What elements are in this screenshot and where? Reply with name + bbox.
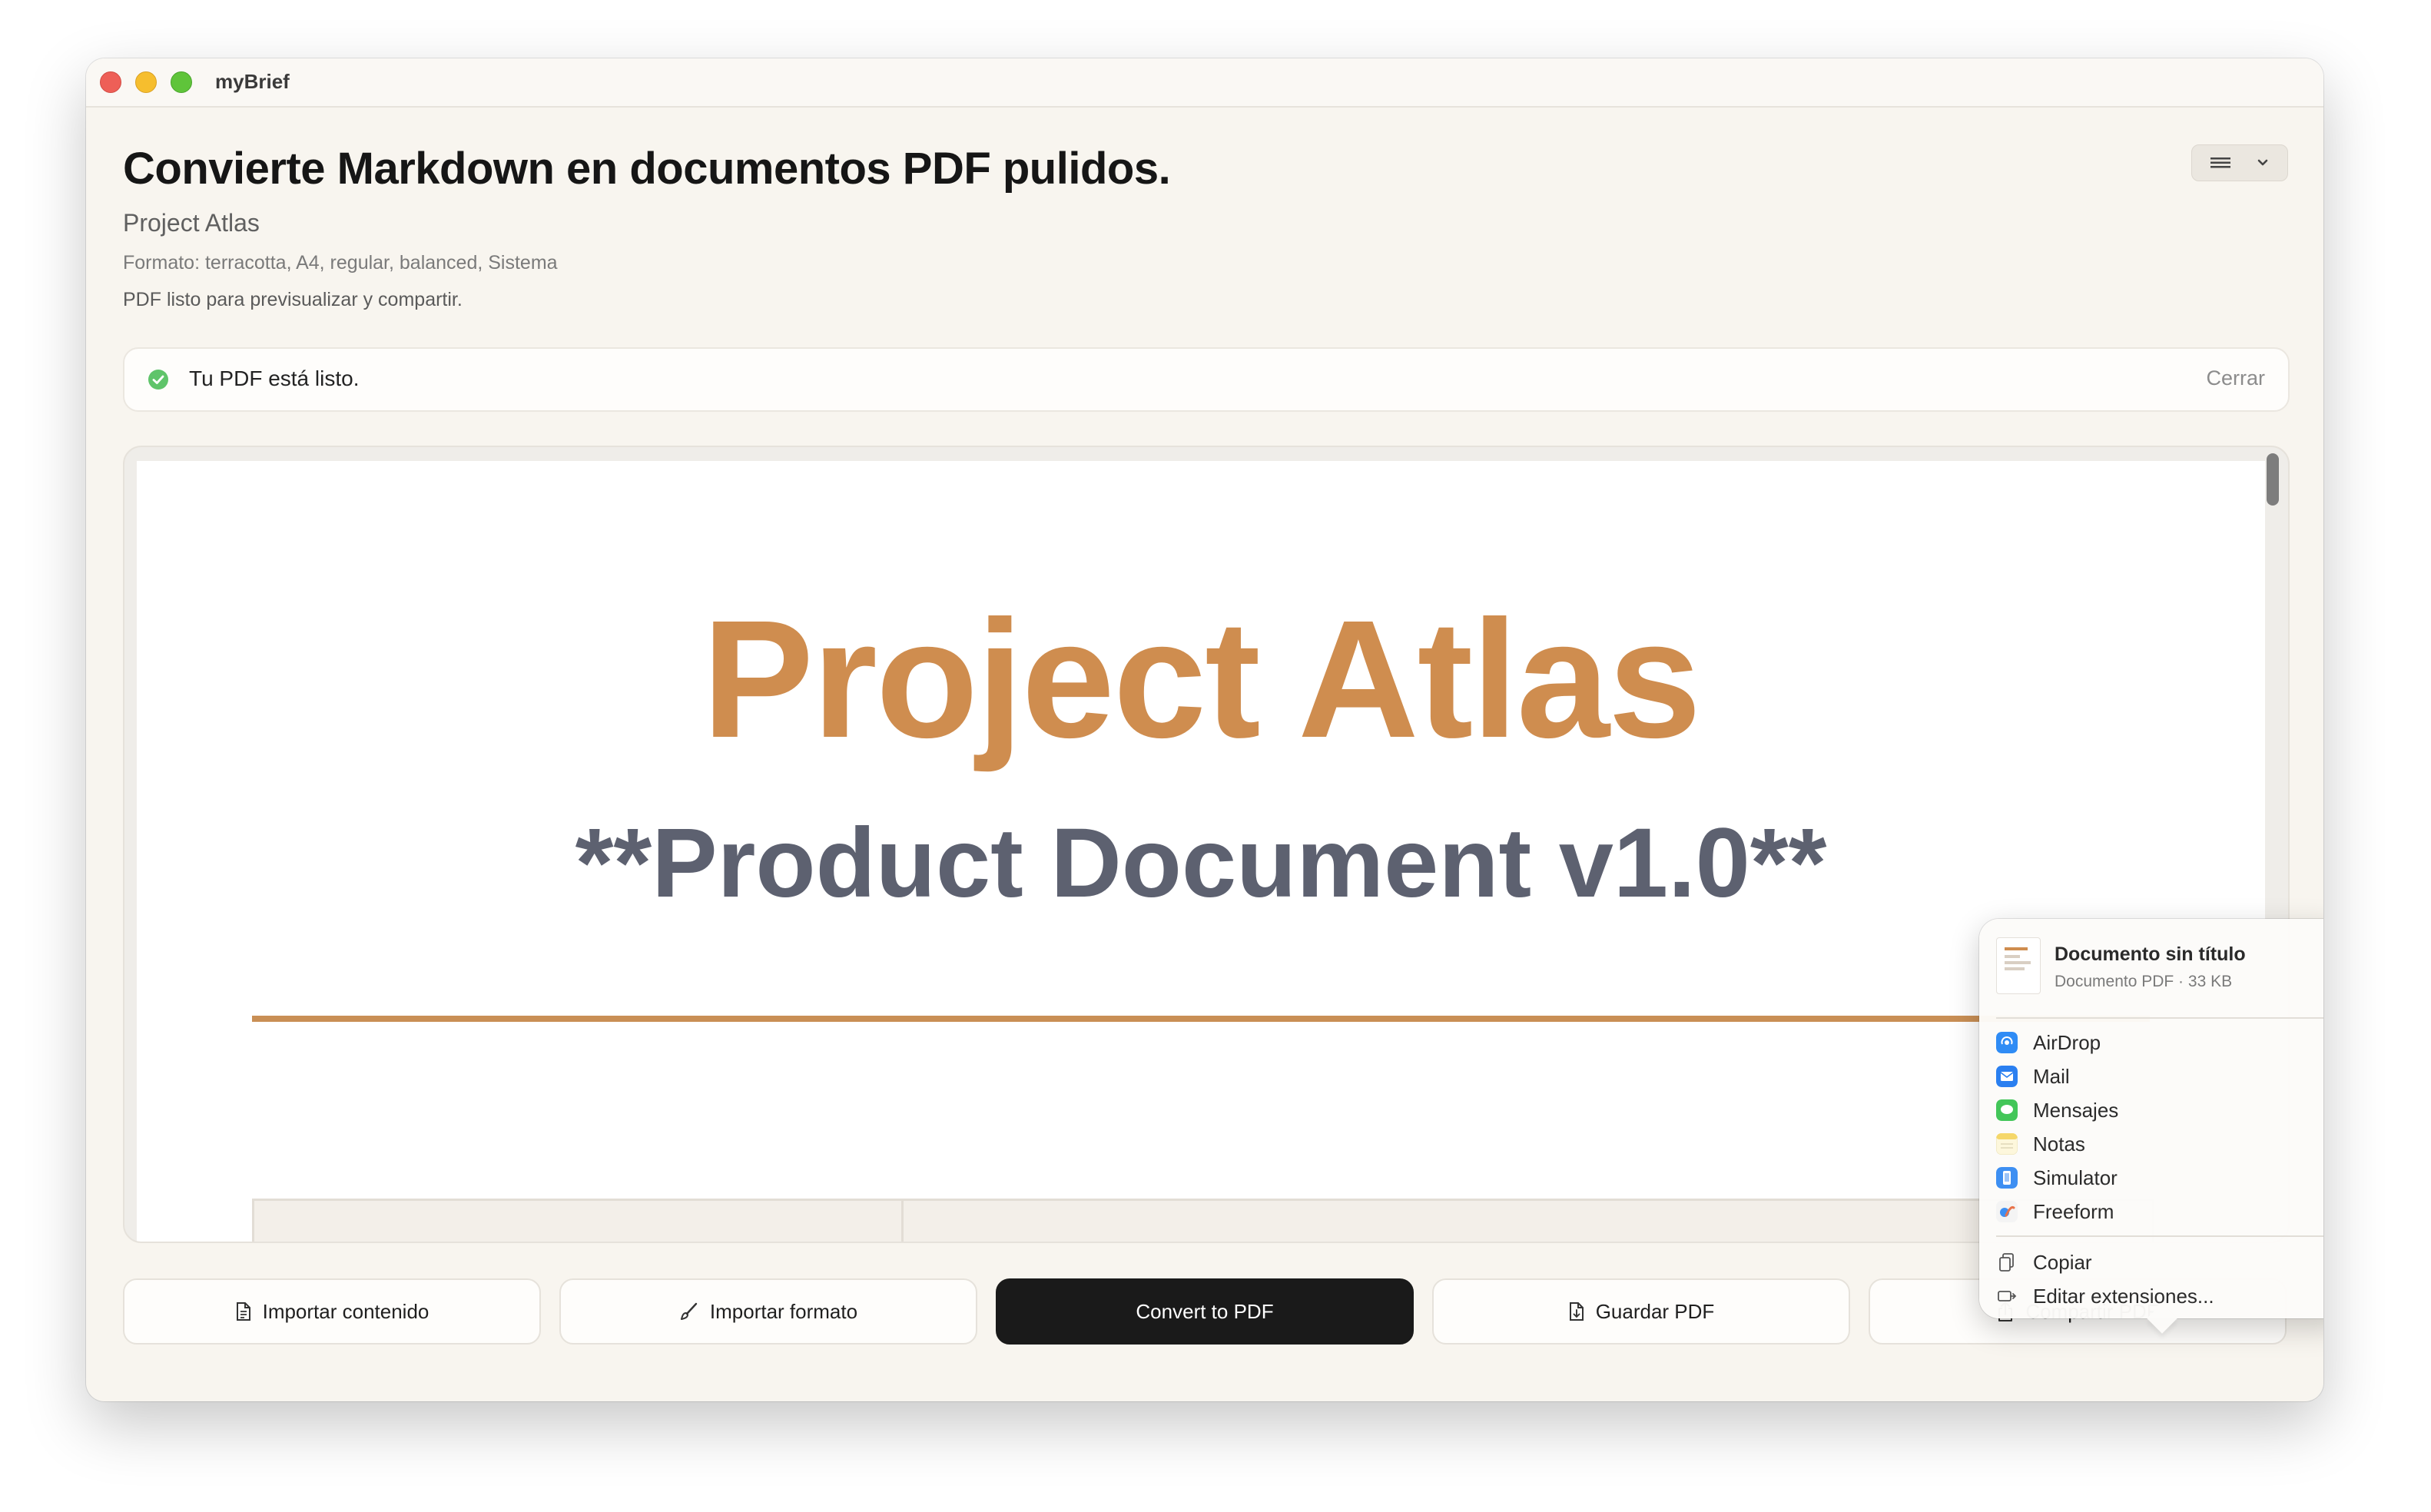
save-pdf-label: Guardar PDF (1595, 1299, 1715, 1323)
messages-icon (1996, 1099, 2018, 1121)
banner-close-button[interactable]: Cerrar (2206, 366, 2265, 390)
edit-extensions-option[interactable]: Editar extensiones... (1996, 1280, 2323, 1312)
banner-message: Tu PDF está listo. (189, 366, 360, 390)
format-summary: Formato: terracotta, A4, regular, balanc… (123, 252, 558, 274)
app-window: myBrief Convierte Markdown en documentos… (86, 58, 2323, 1401)
share-option-copy[interactable]: Copiar (1996, 1246, 2323, 1278)
checkmark-circle-icon (148, 370, 168, 390)
page-headline: Convierte Markdown en documentos PDF pul… (123, 144, 1171, 194)
import-content-button[interactable]: Importar contenido (123, 1278, 541, 1345)
share-option-label: Freeform (2033, 1200, 2114, 1223)
close-window-button[interactable] (100, 71, 121, 93)
import-content-label: Importar contenido (262, 1299, 429, 1323)
share-option-label: Notas (2033, 1132, 2085, 1156)
share-option-notes[interactable]: Notas (1996, 1128, 2323, 1160)
share-option-simulator[interactable]: Simulator (1996, 1162, 2323, 1194)
notes-icon (1996, 1133, 2018, 1155)
share-option-label: Mensajes (2033, 1099, 2119, 1122)
document-title: Project Atlas (701, 586, 1702, 773)
share-option-label: Mail (2033, 1065, 2070, 1088)
share-popover: Documento sin título Documento PDF · 33 … (1979, 919, 2323, 1334)
view-options-button[interactable] (2191, 144, 2288, 181)
title-divider (252, 1016, 2150, 1022)
copy-icon (1999, 1253, 2014, 1272)
menu-separator (1996, 1017, 2323, 1019)
document-icon (236, 1302, 250, 1321)
convert-to-pdf-button[interactable]: Convert to PDF (996, 1278, 1414, 1345)
file-thumbnail (1996, 937, 2041, 994)
share-option-messages[interactable]: Mensajes (1996, 1094, 2323, 1126)
edit-extensions-label: Editar extensiones... (2033, 1285, 2214, 1308)
simulator-icon (1996, 1167, 2018, 1189)
project-name: Project Atlas (123, 209, 260, 237)
menu-separator (1996, 1235, 2323, 1237)
title-bar: myBrief (86, 58, 2323, 108)
shared-file-info: Documento PDF · 33 KB (2055, 973, 2233, 990)
freeform-icon (1996, 1201, 2018, 1222)
pdf-preview[interactable]: Project Atlas **Product Document v1.0** (123, 446, 2290, 1243)
mail-icon (1996, 1066, 2018, 1087)
status-text: PDF listo para previsualizar y compartir… (123, 289, 463, 310)
share-option-freeform[interactable]: Freeform (1996, 1195, 2323, 1228)
success-banner: Tu PDF está listo. Cerrar (123, 347, 2290, 412)
document-subtitle: **Product Document v1.0** (575, 808, 1827, 918)
save-pdf-button[interactable]: Guardar PDF (1432, 1278, 1850, 1345)
airdrop-icon (1996, 1032, 2018, 1053)
share-option-airdrop[interactable]: AirDrop (1996, 1026, 2323, 1059)
pdf-page: Project Atlas **Product Document v1.0** (137, 461, 2265, 1242)
document-table (252, 1199, 2154, 1242)
share-option-mail[interactable]: Mail (1996, 1060, 2323, 1093)
table-column-divider (901, 1201, 904, 1242)
minimize-window-button[interactable] (135, 71, 157, 93)
window-title: myBrief (215, 70, 290, 93)
preview-scrollbar[interactable] (2267, 453, 2279, 506)
share-option-label: AirDrop (2033, 1031, 2101, 1054)
convert-label: Convert to PDF (1136, 1299, 1274, 1323)
zoom-window-button[interactable] (171, 71, 192, 93)
paintbrush-icon (680, 1302, 698, 1320)
import-format-label: Importar formato (709, 1299, 858, 1323)
chevron-down-icon (2257, 159, 2268, 166)
document-download-icon (1569, 1302, 1584, 1321)
shared-file-name: Documento sin título (2055, 943, 2246, 965)
copy-label: Copiar (2033, 1251, 2092, 1274)
share-option-label: Simulator (2033, 1166, 2118, 1189)
import-format-button[interactable]: Importar formato (559, 1278, 977, 1345)
list-icon (2210, 158, 2230, 168)
extensions-icon (1998, 1291, 2017, 1301)
